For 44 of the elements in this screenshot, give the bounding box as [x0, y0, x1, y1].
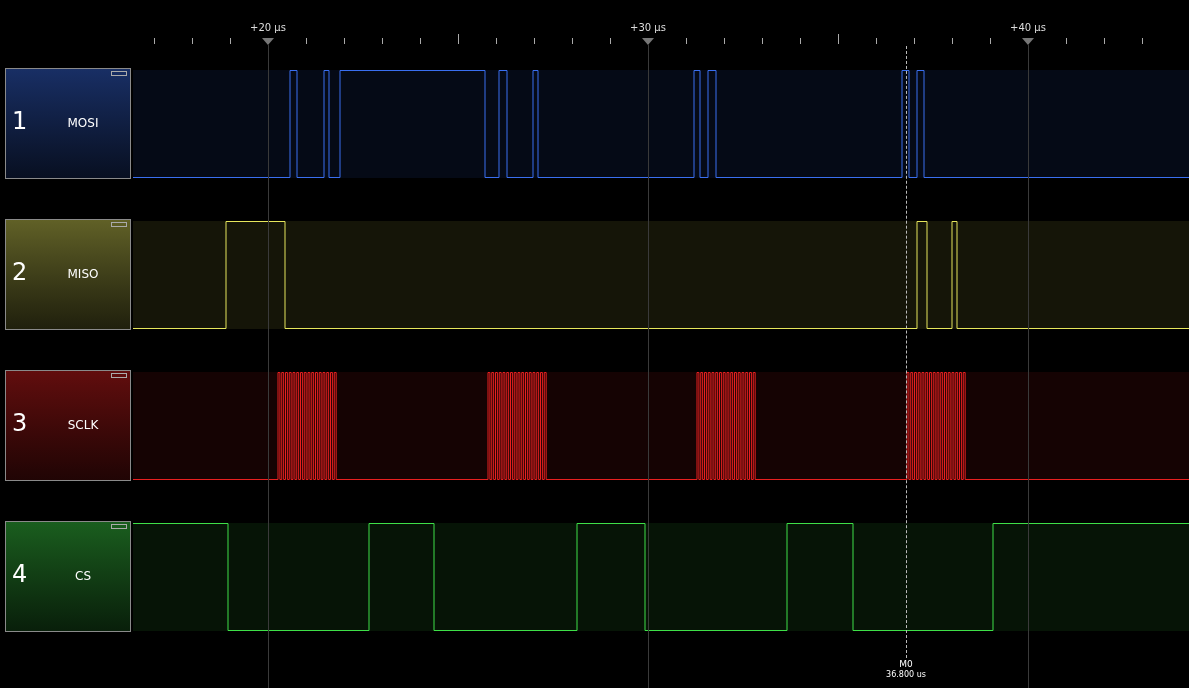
ruler-tick — [838, 33, 839, 45]
ruler-tick — [458, 33, 459, 45]
time-label: +30 µs — [630, 21, 666, 35]
ruler-tick — [154, 37, 155, 45]
channel-name: MISO — [67, 266, 99, 283]
ruler-tick — [306, 37, 307, 45]
ruler-tick — [876, 37, 877, 45]
minimize-icon[interactable] — [111, 524, 127, 529]
ruler-tick — [1142, 37, 1143, 45]
channel-name: SCLK — [67, 417, 99, 434]
channel-number: 2 — [12, 260, 28, 284]
ruler-tick — [534, 37, 535, 45]
ruler-tick — [382, 37, 383, 45]
ruler-tick — [952, 37, 953, 45]
ruler-tick — [990, 37, 991, 45]
ruler-tick — [800, 37, 801, 45]
minimize-icon[interactable] — [111, 222, 127, 227]
time-marker-icon — [642, 38, 654, 45]
ruler-tick — [1066, 37, 1067, 45]
time-label: +40 µs — [1010, 21, 1046, 35]
channel-name: MOSI — [67, 115, 99, 132]
ruler-tick — [496, 37, 497, 45]
ruler-tick — [192, 37, 193, 45]
ruler-tick — [724, 37, 725, 45]
ruler-tick — [686, 37, 687, 45]
ruler-tick — [230, 37, 231, 45]
channel-number: 1 — [12, 109, 28, 133]
channel-name: CS — [75, 568, 91, 585]
ruler-tick — [420, 37, 421, 45]
time-label: +20 µs — [250, 21, 286, 35]
ruler-tick — [572, 37, 573, 45]
time-marker-icon — [1022, 38, 1034, 45]
channel-number: 4 — [12, 562, 28, 586]
ruler-tick — [762, 37, 763, 45]
minimize-icon[interactable] — [111, 71, 127, 76]
minimize-icon[interactable] — [111, 373, 127, 378]
marker-time: 36.800 us — [886, 671, 926, 679]
marker-label: M0 — [899, 660, 913, 669]
time-marker-icon — [262, 38, 274, 45]
channel-number: 3 — [12, 411, 28, 435]
ruler-tick — [1104, 37, 1105, 45]
ruler-tick — [610, 37, 611, 45]
ruler-tick — [344, 37, 345, 45]
ruler-tick — [914, 37, 915, 45]
